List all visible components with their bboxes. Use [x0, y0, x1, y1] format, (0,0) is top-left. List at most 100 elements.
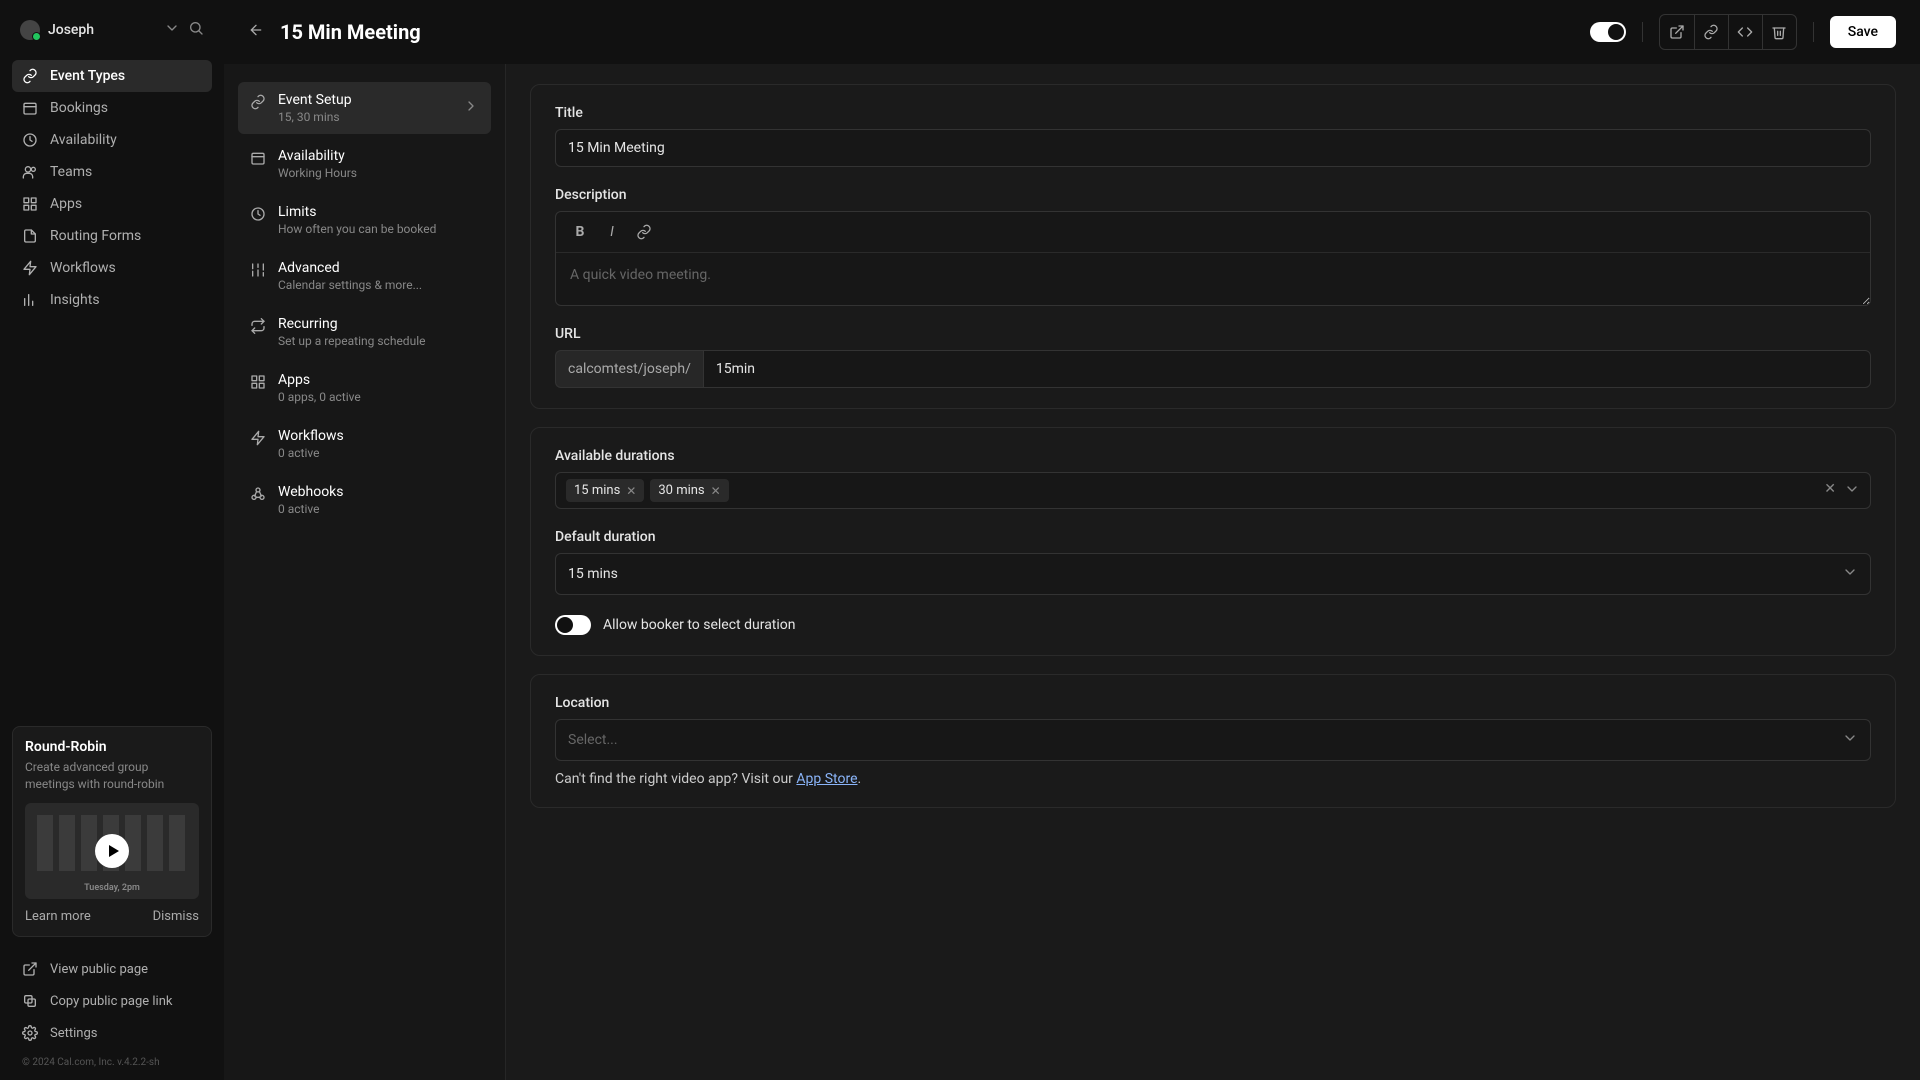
sidebar-item-label: Bookings: [50, 100, 108, 116]
chip-label: 15 mins: [574, 483, 620, 498]
duration-chip: 15 mins ✕: [566, 479, 644, 502]
sidebar-item-label: Insights: [50, 292, 100, 308]
promo-title: Round-Robin: [25, 739, 199, 755]
sidebar-item-label: Event Types: [50, 68, 125, 84]
tab-desc: How often you can be booked: [278, 222, 479, 236]
user-name: Joseph: [48, 22, 156, 38]
embed-button[interactable]: [1728, 15, 1762, 49]
promo-thumbnail[interactable]: Tuesday, 2pm: [25, 803, 199, 899]
chart-icon: [22, 292, 38, 308]
bottom-link-label: Copy public page link: [50, 994, 172, 1009]
tab-label: Event Setup: [278, 92, 451, 108]
sidebar-item-teams[interactable]: Teams: [12, 156, 212, 188]
event-tabs-sidebar: Event Setup 15, 30 mins Availability Wor…: [224, 64, 506, 1080]
remove-chip-icon[interactable]: ✕: [711, 484, 721, 498]
title-input[interactable]: [555, 129, 1871, 167]
copy-public-link[interactable]: Copy public page link: [12, 985, 212, 1017]
link-icon: [250, 94, 266, 110]
card-basic: Title Description B I A quick video meet…: [530, 84, 1896, 409]
title-label: Title: [555, 105, 1871, 121]
promo-learn-more[interactable]: Learn more: [25, 909, 91, 924]
location-hint: Can't find the right video app? Visit ou…: [555, 771, 1871, 787]
tab-workflows[interactable]: Workflows 0 active: [238, 418, 491, 470]
clock-icon: [250, 206, 266, 222]
allow-select-duration-label: Allow booker to select duration: [603, 617, 796, 633]
durations-label: Available durations: [555, 448, 1871, 464]
chevron-down-icon[interactable]: [1844, 481, 1860, 501]
search-icon[interactable]: [188, 20, 204, 40]
chevron-down-icon: [1842, 564, 1858, 584]
main-area: 15 Min Meeting Save Event Setup 15, 30 m…: [224, 0, 1920, 1080]
header-action-group: [1659, 14, 1797, 50]
sidebar-item-settings[interactable]: Settings: [12, 1017, 212, 1049]
sidebar-item-bookings[interactable]: Bookings: [12, 92, 212, 124]
tab-desc: Working Hours: [278, 166, 479, 180]
sidebar-item-availability[interactable]: Availability: [12, 124, 212, 156]
url-prefix: calcomtest/joseph/: [555, 350, 703, 388]
copy-icon: [22, 993, 38, 1009]
main-content: Title Description B I A quick video meet…: [506, 64, 1920, 1080]
play-icon: [95, 834, 129, 868]
bold-button[interactable]: B: [566, 218, 594, 246]
chip-label: 30 mins: [658, 483, 704, 498]
sidebar-item-label: Apps: [50, 196, 82, 212]
editor-link-button[interactable]: [630, 218, 658, 246]
tab-recurring[interactable]: Recurring Set up a repeating schedule: [238, 306, 491, 358]
calendar-icon: [22, 100, 38, 116]
tab-limits[interactable]: Limits How often you can be booked: [238, 194, 491, 246]
sidebar-item-event-types[interactable]: Event Types: [12, 60, 212, 92]
copy-link-button[interactable]: [1694, 15, 1728, 49]
grid-icon: [250, 374, 266, 390]
nav-list: Event Types Bookings Availability Teams …: [12, 60, 212, 316]
webhook-icon: [250, 486, 266, 502]
default-duration-select[interactable]: 15 mins: [555, 553, 1871, 595]
durations-multiselect[interactable]: 15 mins ✕ 30 mins ✕ ✕: [555, 472, 1871, 509]
event-enabled-toggle[interactable]: [1590, 22, 1626, 42]
tab-event-setup[interactable]: Event Setup 15, 30 mins: [238, 82, 491, 134]
sidebar-item-label: Availability: [50, 132, 117, 148]
tab-apps[interactable]: Apps 0 apps, 0 active: [238, 362, 491, 414]
promo-dismiss[interactable]: Dismiss: [153, 909, 199, 924]
tab-desc: 15, 30 mins: [278, 110, 451, 124]
sidebar-item-insights[interactable]: Insights: [12, 284, 212, 316]
view-public-page[interactable]: View public page: [12, 953, 212, 985]
calendar-icon: [250, 150, 266, 166]
back-button[interactable]: [248, 22, 264, 42]
promo-desc: Create advanced group meetings with roun…: [25, 759, 199, 793]
clear-all-icon[interactable]: ✕: [1824, 481, 1836, 501]
preview-button[interactable]: [1660, 15, 1694, 49]
save-button[interactable]: Save: [1830, 16, 1896, 48]
allow-select-duration-toggle[interactable]: [555, 615, 591, 635]
tab-webhooks[interactable]: Webhooks 0 active: [238, 474, 491, 526]
chevron-right-icon: [463, 98, 479, 118]
delete-button[interactable]: [1762, 15, 1796, 49]
sidebar-left: Joseph Event Types Bookings Availability…: [0, 0, 224, 1080]
bottom-links: View public page Copy public page link S…: [12, 953, 212, 1049]
divider: [1813, 22, 1814, 42]
page-title: 15 Min Meeting: [280, 20, 1574, 44]
description-editor: B I A quick video meeting.: [555, 211, 1871, 306]
divider: [1642, 22, 1643, 42]
tab-desc: Calendar settings & more...: [278, 278, 479, 292]
italic-button[interactable]: I: [598, 218, 626, 246]
description-textarea[interactable]: A quick video meeting.: [556, 253, 1870, 305]
sidebar-item-workflows[interactable]: Workflows: [12, 252, 212, 284]
url-input[interactable]: [703, 350, 1871, 388]
tab-availability[interactable]: Availability Working Hours: [238, 138, 491, 190]
zap-icon: [250, 430, 266, 446]
bottom-link-label: View public page: [50, 962, 148, 977]
app-store-link[interactable]: App Store: [796, 771, 857, 787]
chevron-down-icon: [1842, 730, 1858, 750]
sidebar-item-apps[interactable]: Apps: [12, 188, 212, 220]
remove-chip-icon[interactable]: ✕: [626, 484, 636, 498]
sidebar-item-routing[interactable]: Routing Forms: [12, 220, 212, 252]
tab-advanced[interactable]: Advanced Calendar settings & more...: [238, 250, 491, 302]
grid-icon: [22, 196, 38, 212]
user-switcher[interactable]: Joseph: [12, 12, 212, 48]
editor-toolbar: B I: [556, 212, 1870, 253]
card-location: Location Select... Can't find the right …: [530, 674, 1896, 808]
default-duration-label: Default duration: [555, 529, 1871, 545]
location-label: Location: [555, 695, 1871, 711]
location-select[interactable]: Select...: [555, 719, 1871, 761]
url-label: URL: [555, 326, 1871, 342]
